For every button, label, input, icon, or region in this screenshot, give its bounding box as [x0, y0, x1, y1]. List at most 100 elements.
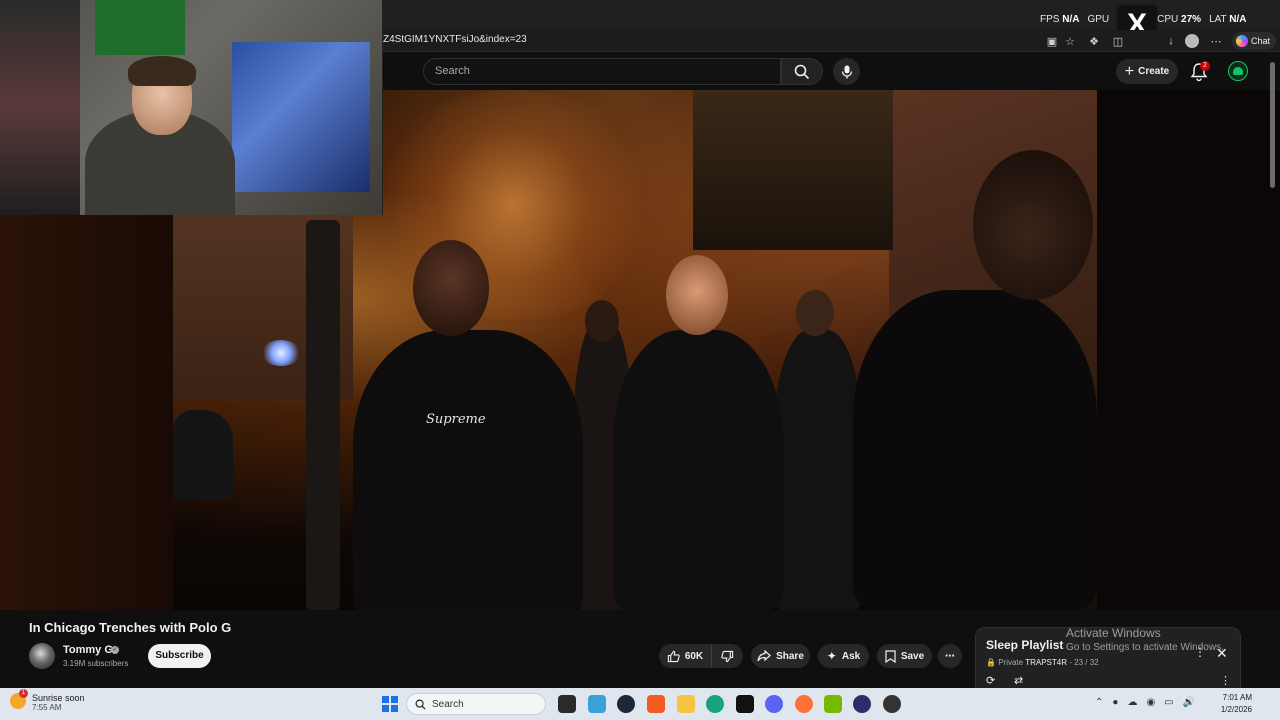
- person-head: [585, 300, 619, 342]
- subscribe-button[interactable]: Subscribe: [148, 644, 211, 668]
- cpu-value: 27%: [1181, 13, 1202, 25]
- plus-icon: +: [1124, 62, 1135, 80]
- lat-label: LAT: [1209, 13, 1227, 25]
- street-light: [261, 340, 301, 366]
- network-tray-icon[interactable]: ☁: [1127, 697, 1137, 708]
- person-foreground: [853, 290, 1097, 610]
- favorite-star-icon[interactable]: ☆: [1062, 33, 1078, 49]
- taskbar-search-placeholder: Search: [432, 698, 464, 710]
- dislike-button[interactable]: [711, 644, 743, 668]
- video-title: In Chicago Trenches with Polo G: [29, 620, 232, 635]
- brave-icon[interactable]: [647, 695, 665, 713]
- show-hidden-icons-icon[interactable]: ⌃: [1095, 697, 1103, 708]
- url-text[interactable]: Z4StGIM1YNXTFsiJo&index=23: [383, 34, 527, 45]
- weather-widget[interactable]: Sunrise soon 7:55 AM: [10, 689, 85, 712]
- thumbs-up-icon: [667, 650, 680, 662]
- windows-start-icon[interactable]: [382, 696, 398, 712]
- playlist-options-icon[interactable]: ⋮: [1220, 674, 1231, 687]
- taskbar-clock[interactable]: 7:01 AM 1/2/2026: [1216, 692, 1252, 716]
- person-puffer-jacket: [613, 330, 783, 610]
- nvidia-icon[interactable]: [824, 695, 842, 713]
- tiktok-icon[interactable]: [736, 695, 754, 713]
- file-app-icon[interactable]: [588, 695, 606, 713]
- obs-icon[interactable]: [883, 695, 901, 713]
- profile-icon[interactable]: [1184, 33, 1200, 49]
- parked-car: [173, 410, 233, 500]
- app-icon[interactable]: [853, 695, 871, 713]
- subscriber-count: 3.19M subscribers: [63, 659, 129, 668]
- ask-button[interactable]: ✦ Ask: [818, 644, 869, 668]
- steam-tray-icon[interactable]: ●: [1112, 697, 1118, 708]
- person-head: [973, 150, 1093, 300]
- windows-taskbar: Sunrise soon 7:55 AM Search ⌃ ● ☁ ◉ ▭ 🔊 …: [0, 688, 1280, 720]
- steam-icon[interactable]: [617, 695, 635, 713]
- clock-time: 7:01 AM: [1222, 693, 1252, 702]
- search-button[interactable]: [781, 58, 823, 85]
- search-input[interactable]: Search: [423, 58, 781, 85]
- display-tray-icon[interactable]: ▭: [1164, 697, 1173, 708]
- downloads-icon[interactable]: ↓: [1163, 33, 1179, 49]
- save-button[interactable]: Save: [877, 644, 932, 668]
- app-install-icon[interactable]: ▣: [1044, 33, 1060, 49]
- bookmark-icon: [885, 649, 896, 663]
- more-horizontal-icon: ⋯: [945, 650, 955, 662]
- streamer-hair: [128, 56, 196, 86]
- fps-value: N/A: [1062, 13, 1080, 25]
- person-head: [796, 290, 834, 336]
- taskbar-search-input[interactable]: Search: [406, 693, 546, 715]
- building-awning: [693, 90, 893, 250]
- watermark-title: Activate Windows: [1066, 626, 1161, 640]
- lock-icon: 🔒: [986, 658, 996, 667]
- streamer-webcam: [0, 0, 383, 215]
- channel-name[interactable]: Tommy G: [63, 644, 113, 656]
- playlist-meta: 🔒 Private TRAPST4R - 23 / 32: [986, 658, 1099, 667]
- more-options-icon[interactable]: ⋯: [1208, 33, 1224, 49]
- playlist-title[interactable]: Sleep Playlist: [986, 638, 1063, 652]
- weather-title: Sunrise soon: [32, 693, 85, 703]
- split-screen-icon[interactable]: ◫: [1110, 33, 1126, 49]
- wall-painting: [232, 42, 370, 192]
- chat-label: Chat: [1251, 36, 1271, 46]
- gpu-label: GPU: [1087, 13, 1110, 25]
- like-button[interactable]: 60K: [659, 644, 711, 668]
- account-avatar[interactable]: [1228, 61, 1248, 81]
- page-scrollbar[interactable]: [1270, 62, 1275, 188]
- clock-date: 1/2/2026: [1220, 705, 1252, 714]
- discord-icon[interactable]: [765, 695, 783, 713]
- lamp-post: [306, 220, 340, 610]
- copilot-chat-button[interactable]: Chat: [1232, 32, 1276, 50]
- firefox-icon[interactable]: [795, 695, 813, 713]
- video-letterbox-right: [1097, 90, 1280, 610]
- extensions-icon[interactable]: ❖: [1086, 33, 1102, 49]
- ask-label: Ask: [841, 650, 861, 662]
- shuffle-icon[interactable]: ⇄: [1014, 674, 1023, 687]
- file-explorer-icon[interactable]: [677, 695, 695, 713]
- edge-icon[interactable]: [706, 695, 724, 713]
- shelf: [0, 0, 80, 215]
- tree-lights: [363, 90, 663, 320]
- loop-icon[interactable]: ⟳: [986, 674, 995, 687]
- playlist-separator: -: [1069, 658, 1072, 667]
- more-actions-button[interactable]: ⋯: [938, 644, 962, 668]
- share-label: Share: [776, 650, 804, 662]
- taskbar-search-icon: [415, 699, 426, 710]
- task-view-icon[interactable]: [558, 695, 576, 713]
- volume-icon[interactable]: 🔊: [1183, 697, 1195, 708]
- microphone-icon: [841, 65, 852, 78]
- app-tray-icon[interactable]: ◉: [1146, 697, 1155, 708]
- channel-avatar[interactable]: [29, 643, 55, 669]
- playlist-position: 23 / 32: [1074, 658, 1099, 667]
- share-icon: [757, 650, 771, 662]
- person-supreme-jacket: [353, 330, 583, 610]
- share-button[interactable]: Share: [751, 644, 810, 668]
- voice-search-button[interactable]: [833, 58, 860, 85]
- create-button[interactable]: + Create: [1116, 59, 1178, 84]
- cpu-label: CPU: [1157, 13, 1179, 25]
- person-background: [773, 330, 863, 610]
- verified-badge-icon: ✓: [111, 646, 119, 654]
- person-head: [413, 240, 489, 336]
- notification-count-badge: 2: [1200, 61, 1210, 71]
- search-icon: [794, 64, 810, 79]
- person-head: [666, 255, 728, 335]
- sun-icon: [10, 689, 28, 709]
